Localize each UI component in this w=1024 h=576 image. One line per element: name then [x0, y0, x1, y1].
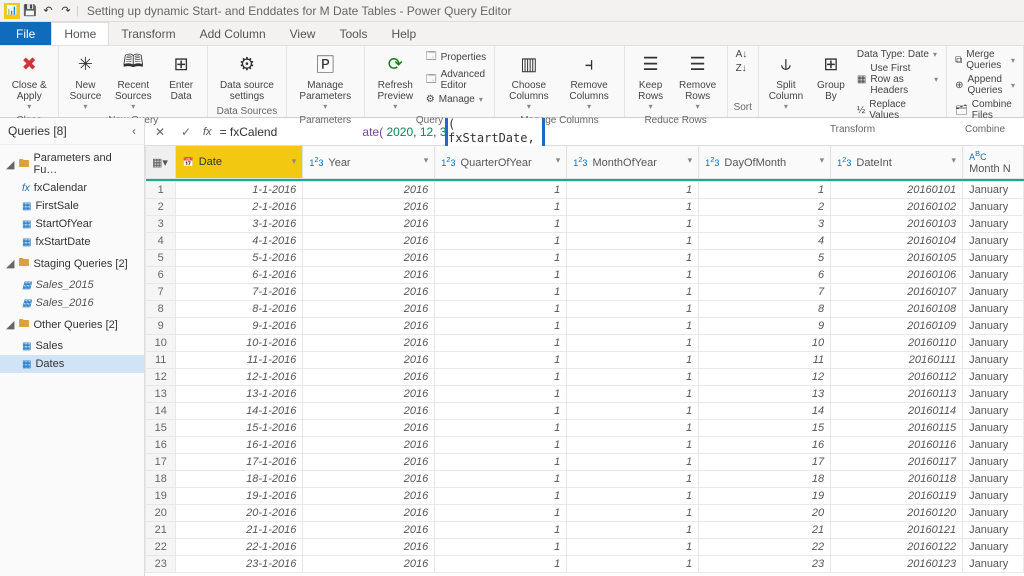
group-by-button[interactable]: ⊞Group By — [811, 48, 851, 104]
table-row[interactable]: 88-1-2016201611820160108January — [146, 301, 1024, 318]
tab-add-column[interactable]: Add Column — [188, 22, 278, 45]
table-row[interactable]: 2323-1-20162016112320160123January — [146, 556, 1024, 573]
enter-data-button[interactable]: ⊞Enter Data — [161, 48, 201, 104]
manage-button[interactable]: ⚙ Manage — [424, 93, 488, 106]
query-group[interactable]: ◢🖿Other Queries [2] — [0, 312, 144, 337]
new-source-button[interactable]: ✳New Source — [65, 48, 105, 113]
accept-formula-icon[interactable]: ✓ — [177, 123, 195, 141]
column-header[interactable]: ABC Month N — [963, 146, 1024, 179]
table-row[interactable]: 44-1-2016201611420160104January — [146, 233, 1024, 250]
column-header[interactable]: 123 DayOfMonth ▾ — [699, 146, 831, 179]
sort-desc-button[interactable]: Z↓ — [734, 62, 750, 75]
tab-help[interactable]: Help — [379, 22, 428, 45]
table-row[interactable]: 77-1-2016201611720160107January — [146, 284, 1024, 301]
recent-sources-button[interactable]: 🕮Recent Sources — [109, 48, 157, 113]
query-item[interactable]: ▦StartOfYear — [0, 215, 144, 233]
query-item[interactable]: fxfxCalendar — [0, 179, 144, 197]
query-item[interactable]: ▦Sales — [0, 337, 144, 355]
column-header[interactable]: 123 QuarterOfYear ▾ — [435, 146, 567, 179]
table-row[interactable]: 1010-1-20162016111020160110January — [146, 335, 1024, 352]
fx-icon[interactable]: fx — [203, 126, 212, 138]
first-row-headers-button[interactable]: ▦ Use First Row as Headers — [855, 62, 940, 97]
close-apply-button[interactable]: ✖Close & Apply — [6, 48, 52, 113]
manage-parameters-button[interactable]: 🄿Manage Parameters — [293, 48, 358, 113]
table-row[interactable]: 2020-1-20162016112020160120January — [146, 505, 1024, 522]
tab-view[interactable]: View — [278, 22, 328, 45]
remove-columns-button[interactable]: ⫞Remove Columns — [561, 48, 618, 113]
undo-icon[interactable]: ↶ — [40, 3, 56, 19]
column-header[interactable]: 123 DateInt ▾ — [831, 146, 963, 179]
keep-rows-button[interactable]: ☰Keep Rows — [631, 48, 671, 113]
choose-columns-button[interactable]: ▥Choose Columns — [501, 48, 556, 113]
redo-icon[interactable]: ↷ — [58, 3, 74, 19]
table-row[interactable]: 22-1-2016201611220160102January — [146, 199, 1024, 216]
query-item[interactable]: ▦Sales_2016 — [0, 294, 144, 312]
query-item[interactable]: ▦FirstSale — [0, 197, 144, 215]
title-bar: 📊 💾 ↶ ↷ | Setting up dynamic Start- and … — [0, 0, 1024, 22]
table-row[interactable]: 33-1-2016201611320160103January — [146, 216, 1024, 233]
queries-tree: ◢🖿Parameters and Fu…fxfxCalendar▦FirstSa… — [0, 145, 144, 377]
table-row[interactable]: 1414-1-20162016111420160114January — [146, 403, 1024, 420]
tab-tools[interactable]: Tools — [327, 22, 379, 45]
cancel-formula-icon[interactable]: ✕ — [151, 123, 169, 141]
table-row[interactable]: 1212-1-20162016111220160112January — [146, 369, 1024, 386]
query-item[interactable]: ▦fxStartDate — [0, 233, 144, 251]
app-icon: 📊 — [4, 3, 20, 19]
table-row[interactable]: 1111-1-20162016111120160111January — [146, 352, 1024, 369]
table-row[interactable]: 1515-1-20162016111520160115January — [146, 420, 1024, 437]
query-group[interactable]: ◢🖿Staging Queries [2] — [0, 251, 144, 276]
properties-button[interactable]: 🗔 Properties — [424, 48, 488, 67]
table-row[interactable]: 1717-1-20162016111720160117January — [146, 454, 1024, 471]
table-row[interactable]: 2121-1-20162016112120160121January — [146, 522, 1024, 539]
query-group[interactable]: ◢🖿Parameters and Fu… — [0, 149, 144, 179]
table-row[interactable]: 99-1-2016201611920160109January — [146, 318, 1024, 335]
data-source-settings-button[interactable]: ⚙Data source settings — [214, 48, 280, 104]
tab-transform[interactable]: Transform — [109, 22, 187, 45]
column-header[interactable]: 123 Year ▾ — [303, 146, 435, 179]
data-grid[interactable]: ▦▾📅 Date ▾123 Year ▾123 QuarterOfYear ▾1… — [145, 146, 1024, 576]
refresh-preview-button[interactable]: ⟳Refresh Preview — [371, 48, 420, 113]
table-row[interactable]: 66-1-2016201611620160106January — [146, 267, 1024, 284]
split-column-button[interactable]: ⫝Split Column — [765, 48, 807, 113]
table-row[interactable]: 1616-1-20162016111620160116January — [146, 437, 1024, 454]
append-queries-button[interactable]: ⊕ Append Queries — [953, 73, 1017, 97]
queries-header-label: Queries [8] — [8, 124, 67, 138]
window-title: Setting up dynamic Start- and Enddates f… — [87, 4, 512, 18]
tab-home[interactable]: Home — [51, 22, 109, 45]
query-item[interactable]: ▦Sales_2015 — [0, 276, 144, 294]
queries-pane: Queries [8] ‹ ◢🖿Parameters and Fu…fxfxCa… — [0, 118, 145, 576]
column-header[interactable]: 📅 Date ▾ — [176, 146, 303, 179]
collapse-queries-icon[interactable]: ‹ — [132, 124, 136, 138]
save-icon[interactable]: 💾 — [22, 3, 38, 19]
table-row[interactable]: 1313-1-20162016111320160113January — [146, 386, 1024, 403]
table-row[interactable]: 1818-1-20162016111820160118January — [146, 471, 1024, 488]
formula-bar: ✕ ✓ fx = fxCalend ( fxStartDate, ate( 20… — [145, 118, 1024, 146]
tab-file[interactable]: File — [0, 22, 51, 45]
data-type-button[interactable]: Data Type: Date — [855, 48, 940, 61]
query-item[interactable]: ▦Dates — [0, 355, 144, 373]
sort-asc-button[interactable]: A↓ — [734, 48, 750, 61]
merge-queries-button[interactable]: ⧉ Merge Queries — [953, 48, 1017, 72]
table-row[interactable]: 1919-1-20162016111920160119January — [146, 488, 1024, 505]
advanced-editor-button[interactable]: 🗔 Advanced Editor — [424, 68, 488, 92]
column-header[interactable]: ▦▾ — [146, 146, 176, 179]
menu-bar: File Home Transform Add Column View Tool… — [0, 22, 1024, 46]
column-header[interactable]: 123 MonthOfYear ▾ — [567, 146, 699, 179]
remove-rows-button[interactable]: ☰Remove Rows — [675, 48, 721, 113]
table-row[interactable]: 11-1-2016201611120160101January — [146, 182, 1024, 199]
ribbon: ✖Close & Apply Close ✳New Source 🕮Recent… — [0, 46, 1024, 118]
table-row[interactable]: 2222-1-20162016112220160122January — [146, 539, 1024, 556]
table-row[interactable]: 55-1-2016201611520160105January — [146, 250, 1024, 267]
